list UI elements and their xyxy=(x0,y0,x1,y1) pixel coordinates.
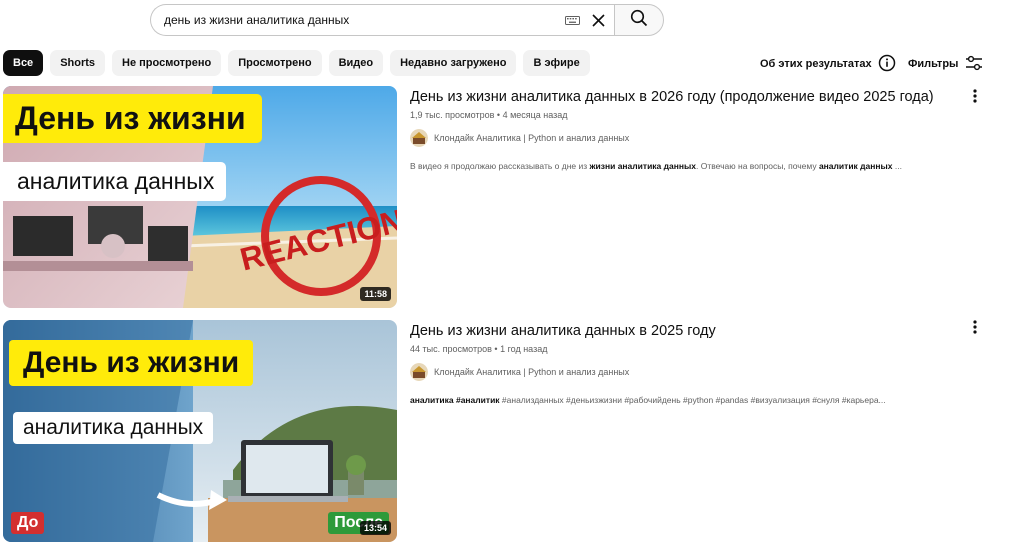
upload-age: 4 месяца назад xyxy=(502,110,568,120)
search-input[interactable]: день из жизни аналитика данных xyxy=(150,4,614,36)
snippet-text: #анализданных #деньизжизни #рабочийдень … xyxy=(499,395,886,405)
chip-watched[interactable]: Просмотрено xyxy=(228,50,322,76)
channel-avatar[interactable] xyxy=(410,129,428,147)
filters-button[interactable]: Фильтры xyxy=(908,53,983,75)
channel-link[interactable]: Клондайк Аналитика | Python и анализ дан… xyxy=(410,129,970,147)
upload-age: 1 год назад xyxy=(500,344,548,354)
video-result[interactable]: REACTION День из жизни аналитика данных … xyxy=(3,86,1003,308)
video-stats: 44 тыс. просмотров • 1 год назад xyxy=(410,344,548,354)
snippet-highlight: аналитика xyxy=(410,395,454,405)
keyboard-icon[interactable] xyxy=(564,15,580,25)
more-actions-icon[interactable] xyxy=(965,86,985,106)
snippet-highlight: жизни аналитика данных xyxy=(589,161,697,171)
channel-name[interactable]: Клондайк Аналитика | Python и анализ дан… xyxy=(434,133,629,143)
chip-not-watched[interactable]: Не просмотрено xyxy=(112,50,222,76)
chip-shorts[interactable]: Shorts xyxy=(50,50,106,76)
video-title[interactable]: День из жизни аналитика данных в 2025 го… xyxy=(410,322,970,340)
channel-avatar[interactable] xyxy=(410,363,428,381)
search-query-text[interactable]: день из жизни аналитика данных xyxy=(164,13,564,27)
chip-recently-uploaded[interactable]: Недавно загружено xyxy=(390,50,517,76)
chip-live[interactable]: В эфире xyxy=(523,50,590,76)
about-results-button[interactable]: Об этих результатах xyxy=(760,53,896,75)
channel-name[interactable]: Клондайк Аналитика | Python и анализ дан… xyxy=(434,367,629,377)
snippet-text: В видео я продолжаю рассказывать о дне и… xyxy=(410,161,590,171)
search-results-page: день из жизни аналитика данных Все Short… xyxy=(0,0,1024,547)
filters-label: Фильтры xyxy=(908,58,959,70)
thumbnail-title-line2: аналитика данных xyxy=(3,162,227,201)
info-icon xyxy=(878,54,896,75)
video-duration: 13:54 xyxy=(359,521,391,535)
video-stats: 1,9 тыс. просмотров • 4 месяца назад xyxy=(410,110,568,120)
snippet-text: ... xyxy=(892,161,902,171)
video-thumbnail[interactable]: REACTION День из жизни аналитика данных … xyxy=(3,86,397,308)
sliders-icon xyxy=(965,55,983,74)
video-description: аналитика #аналитик #анализданных #деньи… xyxy=(410,395,970,405)
video-duration: 11:58 xyxy=(360,287,391,301)
video-meta: День из жизни аналитика данных в 2026 го… xyxy=(410,86,970,308)
snippet-highlight: аналитик данных xyxy=(818,161,893,171)
before-tag: До xyxy=(11,512,45,534)
snippet-text: . Отвечаю на вопросы, почему xyxy=(696,161,819,171)
chip-videos[interactable]: Видео xyxy=(328,50,384,76)
more-actions-icon[interactable] xyxy=(965,317,985,337)
channel-link[interactable]: Клондайк Аналитика | Python и анализ дан… xyxy=(410,363,970,381)
view-count: 44 тыс. просмотров xyxy=(410,344,492,354)
search-bar: день из жизни аналитика данных xyxy=(150,4,664,36)
thumbnail-title-line1: День из жизни xyxy=(3,94,262,143)
snippet-highlight: #аналитик xyxy=(455,395,500,405)
video-description: В видео я продолжаю рассказывать о дне и… xyxy=(410,161,970,171)
video-thumbnail[interactable]: День из жизни аналитика данных До После … xyxy=(3,320,397,542)
about-results-label: Об этих результатах xyxy=(760,58,872,70)
video-title[interactable]: День из жизни аналитика данных в 2026 го… xyxy=(410,88,970,106)
search-button[interactable] xyxy=(614,4,664,36)
video-result[interactable]: День из жизни аналитика данных До После … xyxy=(3,320,1003,542)
filter-chips: Все Shorts Не просмотрено Просмотрено Ви… xyxy=(3,50,590,76)
thumbnail-title-line1: День из жизни xyxy=(9,340,254,386)
view-count: 1,9 тыс. просмотров xyxy=(410,110,495,120)
close-icon[interactable] xyxy=(588,10,608,30)
search-icon xyxy=(630,9,648,32)
thumbnail-title-line2: аналитика данных xyxy=(13,412,214,444)
video-meta: День из жизни аналитика данных в 2025 го… xyxy=(410,320,970,542)
chip-all[interactable]: Все xyxy=(3,50,44,76)
